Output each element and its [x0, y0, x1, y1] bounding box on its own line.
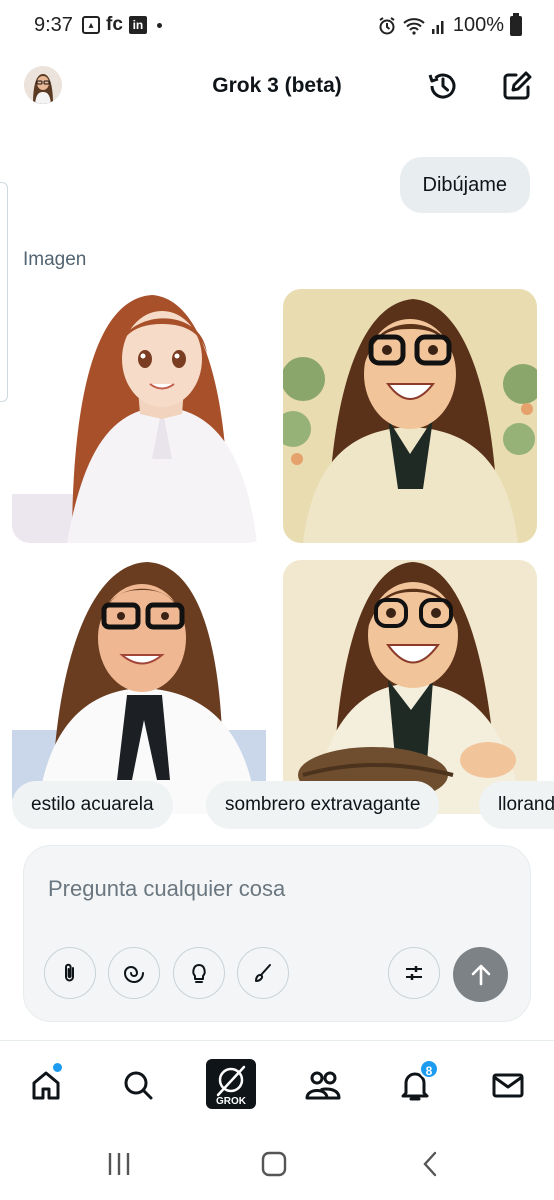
home-square-icon — [261, 1151, 287, 1177]
battery-icon — [510, 12, 522, 36]
attach-button[interactable] — [44, 947, 96, 999]
recents-button[interactable] — [99, 1148, 139, 1180]
draw-button[interactable] — [237, 947, 289, 999]
nav-messages[interactable] — [486, 1063, 530, 1107]
nav-grok[interactable]: GROK — [206, 1059, 256, 1109]
history-icon — [428, 73, 456, 99]
alarm-icon — [379, 16, 395, 34]
deepsearch-button[interactable] — [108, 947, 160, 999]
images-section-label: Imagen — [23, 249, 87, 270]
status-notification-icons: ▴ fc in — [82, 14, 162, 36]
suggestion-chip[interactable]: llorando — [479, 781, 554, 829]
suggestion-chip[interactable]: estilo acuarela — [12, 781, 173, 829]
think-button[interactable] — [173, 947, 225, 999]
back-icon — [423, 1151, 437, 1177]
suggestion-chip[interactable]: sombrero extravagante — [206, 781, 440, 829]
generated-image-3[interactable] — [12, 560, 266, 814]
status-time: 9:37 — [34, 14, 73, 36]
bottom-nav: GROK 8 — [0, 1040, 554, 1126]
generated-image-4[interactable] — [283, 560, 537, 814]
signal-icon — [431, 20, 444, 34]
home-unread-dot — [53, 1063, 62, 1072]
notifications-badge: 8 — [419, 1059, 439, 1079]
back-button[interactable] — [410, 1148, 450, 1180]
mail-icon — [492, 1073, 524, 1098]
user-message-bubble: Dibújame — [399, 157, 530, 213]
linkedin-notification-icon: in — [128, 16, 147, 34]
new-chat-icon — [503, 71, 532, 100]
home-system-button[interactable] — [254, 1148, 294, 1180]
sliders-icon — [406, 966, 422, 980]
send-button[interactable] — [453, 947, 508, 1002]
generated-image-2[interactable] — [283, 289, 537, 543]
communities-icon — [305, 1071, 341, 1100]
think-icon — [192, 964, 206, 983]
battery-percent: 100% — [452, 14, 504, 36]
composer — [23, 845, 531, 1022]
generated-image-1[interactable] — [12, 289, 266, 543]
attach-icon — [65, 963, 74, 982]
recents-icon — [108, 1153, 130, 1175]
more-notifications-icon — [156, 22, 162, 28]
deepsearch-icon — [123, 966, 144, 983]
status-system-icons: 100% — [377, 12, 522, 37]
search-icon — [124, 1071, 153, 1100]
new-chat-button[interactable] — [497, 66, 537, 106]
nav-communities[interactable] — [301, 1063, 345, 1107]
nav-search[interactable] — [116, 1063, 160, 1107]
ask-input[interactable] — [48, 876, 488, 902]
system-nav — [0, 1128, 554, 1200]
page-title[interactable]: Grok 3 (beta) — [0, 74, 554, 98]
nav-notifications[interactable]: 8 — [393, 1059, 439, 1107]
grok-icon: GROK — [206, 1059, 256, 1109]
wifi-icon — [403, 17, 425, 35]
fc-notification-icon: fc — [106, 14, 123, 35]
settings-button[interactable] — [388, 947, 440, 999]
grok-label: GROK — [216, 1096, 246, 1107]
history-button[interactable] — [423, 66, 463, 106]
home-icon — [32, 1071, 60, 1100]
status-bar: 9:37 ▴ fc in 100% — [0, 0, 554, 52]
gallery-notification-icon: ▴ — [82, 16, 100, 34]
nav-home[interactable] — [24, 1063, 68, 1107]
drawer-handle[interactable] — [0, 182, 8, 402]
header: Grok 3 (beta) — [0, 60, 554, 112]
arrow-up-icon — [471, 964, 490, 985]
suggestion-chips: estilo acuarela sombrero extravagante ll… — [12, 781, 554, 831]
draw-icon — [255, 964, 271, 982]
